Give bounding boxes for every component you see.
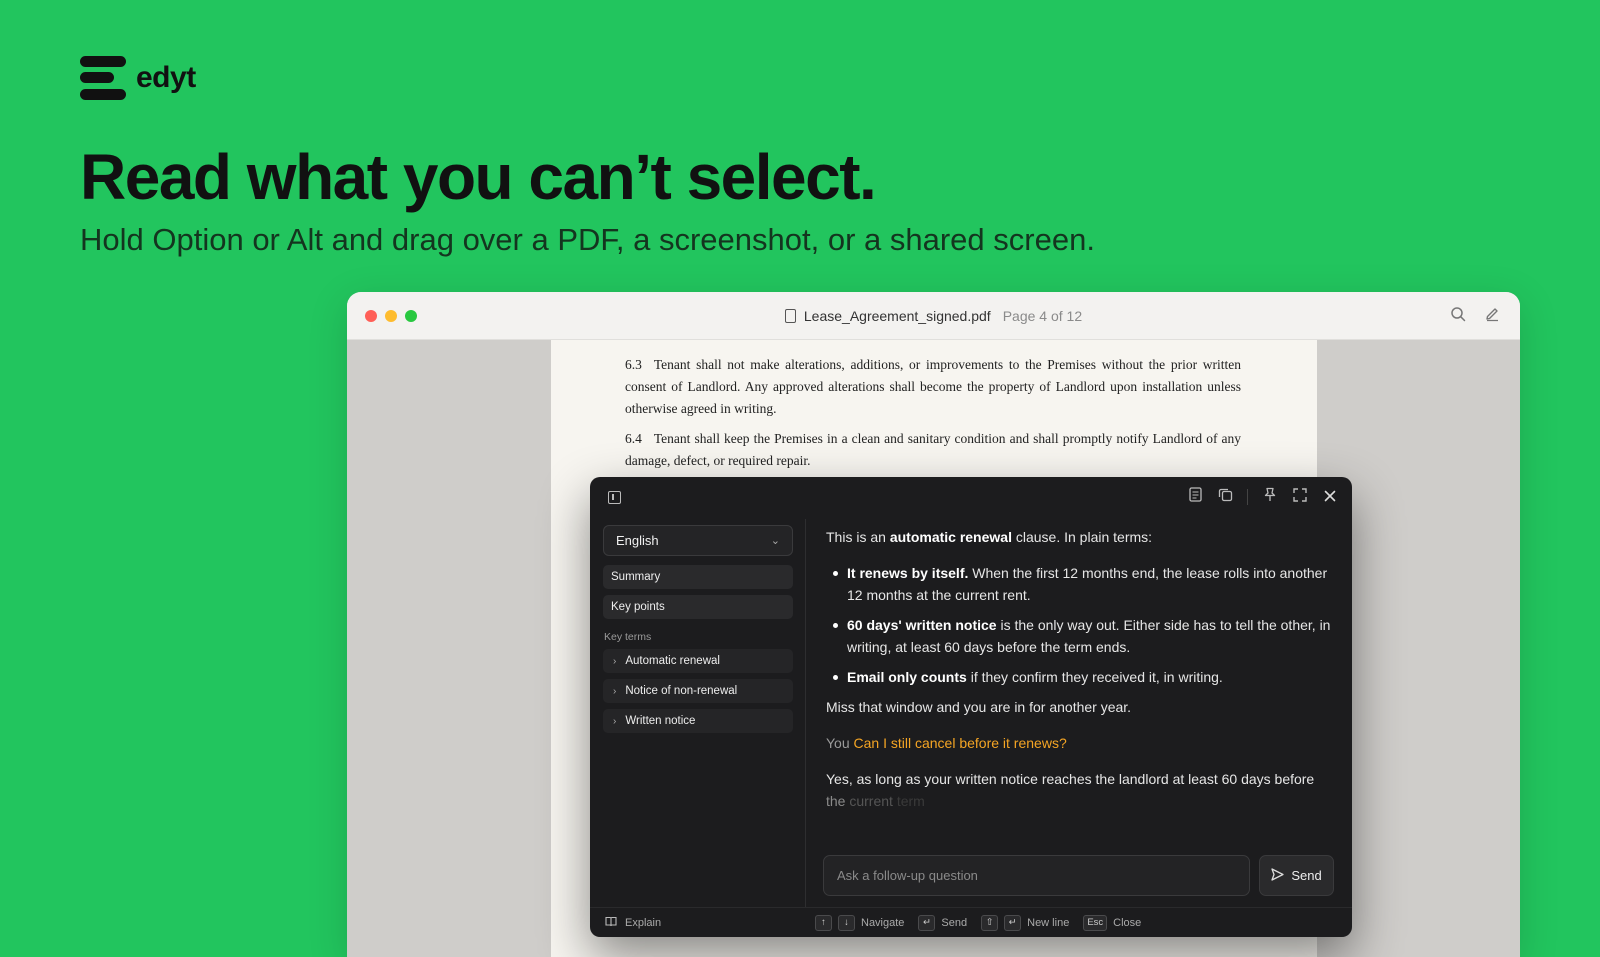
clause-6-3: 6.3 Tenant shall not make alterations, ad… (625, 354, 1241, 420)
key-term-label: Notice of non-renewal (625, 685, 738, 697)
expand-icon[interactable] (1292, 487, 1308, 507)
question-text: Can I still cancel before it renews? (853, 735, 1067, 751)
down-arrow-key: ↓ (838, 914, 855, 931)
key-points-button[interactable]: Key points (603, 595, 793, 619)
book-icon (605, 916, 617, 930)
explain-panel: English ⌄ Summary Key points Key terms ›… (590, 477, 1352, 937)
close-shortcut-label: Close (1113, 916, 1142, 929)
clause-number: 6.4 (625, 431, 642, 446)
close-icon[interactable] (1322, 487, 1338, 507)
panel-toolbar (590, 477, 1352, 519)
chevron-down-icon: ⌄ (770, 535, 780, 547)
explain-mode[interactable]: Explain (605, 916, 661, 930)
clause-text: Tenant shall keep the Premises in a clea… (625, 431, 1241, 468)
page-indicator: Page 4 of 12 (1002, 308, 1083, 324)
brand-name: edyt (136, 61, 196, 94)
bullet-bold: 60 days' written notice (847, 617, 997, 633)
follow-up-input[interactable]: Ask a follow-up question (823, 855, 1250, 896)
enter-key: ↵ (918, 914, 936, 931)
up-arrow-key: ↑ (815, 914, 832, 931)
answer-text: Yes, as long as your written notice reac… (826, 771, 1315, 787)
pen-icon[interactable] (1482, 306, 1502, 326)
closing-text: Miss that window and you are in for anot… (826, 699, 1132, 715)
input-placeholder: Ask a follow-up question (837, 868, 978, 883)
chevron-right-icon: › (613, 655, 617, 667)
pin-icon[interactable] (1262, 487, 1278, 507)
window-titlebar: Lease_Agreement_signed.pdf Page 4 of 12 (347, 292, 1520, 340)
subheadline: Hold Option or Alt and drag over a PDF, … (80, 222, 1095, 257)
streaming-answer: Yes, as long as your written notice reac… (826, 768, 1334, 812)
summary-button[interactable]: Summary (603, 565, 793, 589)
navigate-label: Navigate (861, 916, 905, 929)
esc-key: Esc (1083, 914, 1108, 931)
intro-bold: automatic renewal (889, 529, 1012, 545)
key-term-automatic-renewal[interactable]: › Automatic renewal (603, 649, 793, 673)
document-icon[interactable] (1187, 487, 1203, 507)
key-term-label: Automatic renewal (625, 655, 720, 667)
intro-prefix: This is an (826, 529, 890, 545)
column-divider (805, 519, 806, 907)
send-button[interactable]: Send (1259, 855, 1334, 896)
clause-text: Tenant shall not make alterations, addit… (625, 357, 1241, 416)
explain-label: Explain (625, 916, 662, 929)
language-value: English (616, 533, 659, 548)
key-term-notice-of-non-renewal[interactable]: › Notice of non-renewal (603, 679, 793, 703)
copy-icon[interactable] (1217, 487, 1233, 507)
you-label: You (826, 735, 850, 751)
send-icon (1271, 867, 1284, 884)
panel-tools (1187, 487, 1338, 507)
enter-key: ↵ (1004, 914, 1022, 931)
clause-number: 6.3 (625, 357, 642, 372)
bullet-text: if they confirm they received it, in wri… (966, 669, 1223, 685)
chevron-right-icon: › (613, 685, 617, 697)
language-select[interactable]: English ⌄ (603, 525, 793, 556)
key-term-label: Written notice (625, 715, 696, 727)
answer-fade: current (849, 793, 893, 809)
bullet-bold: It renews by itself. (847, 565, 969, 581)
send-label: Send (1291, 868, 1322, 883)
sidebar-toggle-icon[interactable] (608, 491, 621, 504)
list-item: 60 days' written notice is the only way … (826, 614, 1334, 658)
key-points-list: It renews by itself. When the first 12 m… (826, 562, 1334, 688)
chevron-right-icon: › (613, 715, 617, 727)
answer-fade: the (826, 793, 846, 809)
file-icon (784, 309, 796, 323)
shift-key: ⇧ (981, 914, 999, 931)
keyboard-shortcuts: ↑ ↓ Navigate ↵ Send ⇧ ↵ New line Esc Clo… (815, 914, 1149, 931)
panel-sidebar: English ⌄ Summary Key points Key terms ›… (603, 525, 793, 733)
clause-6-4: 6.4 Tenant shall keep the Premises in a c… (625, 428, 1241, 472)
send-shortcut-label: Send (941, 916, 968, 929)
list-item: It renews by itself. When the first 12 m… (826, 562, 1334, 606)
headline: Read what you can’t select. (80, 141, 877, 213)
key-terms-heading: Key terms (604, 631, 652, 643)
user-question: You Can I still cancel before it renews? (826, 732, 1334, 754)
follow-up-row: Ask a follow-up question Send (823, 855, 1334, 896)
window-title: Lease_Agreement_signed.pdf Page 4 of 12 (347, 292, 1520, 340)
titlebar-tools (1448, 306, 1502, 326)
intro-suffix: clause. In plain terms: (1011, 529, 1153, 545)
new-line-label: New line (1027, 916, 1070, 929)
search-icon[interactable] (1448, 306, 1468, 326)
explanation-content: This is an automatic renewal clause. In … (826, 526, 1334, 820)
answer-fade: term (896, 793, 925, 809)
brand: edyt (80, 56, 196, 100)
key-term-written-notice[interactable]: › Written notice (603, 709, 793, 733)
panel-footer: Explain ↑ ↓ Navigate ↵ Send ⇧ ↵ New line… (590, 907, 1352, 937)
edyt-logo-icon (80, 56, 126, 100)
list-item: Email only counts if they confirm they r… (826, 666, 1334, 688)
intro-text: This is an automatic renewal clause. In … (826, 526, 1334, 548)
toolbar-divider (1247, 489, 1248, 505)
file-name: Lease_Agreement_signed.pdf (803, 308, 991, 324)
bullet-bold: Email only counts (847, 669, 967, 685)
